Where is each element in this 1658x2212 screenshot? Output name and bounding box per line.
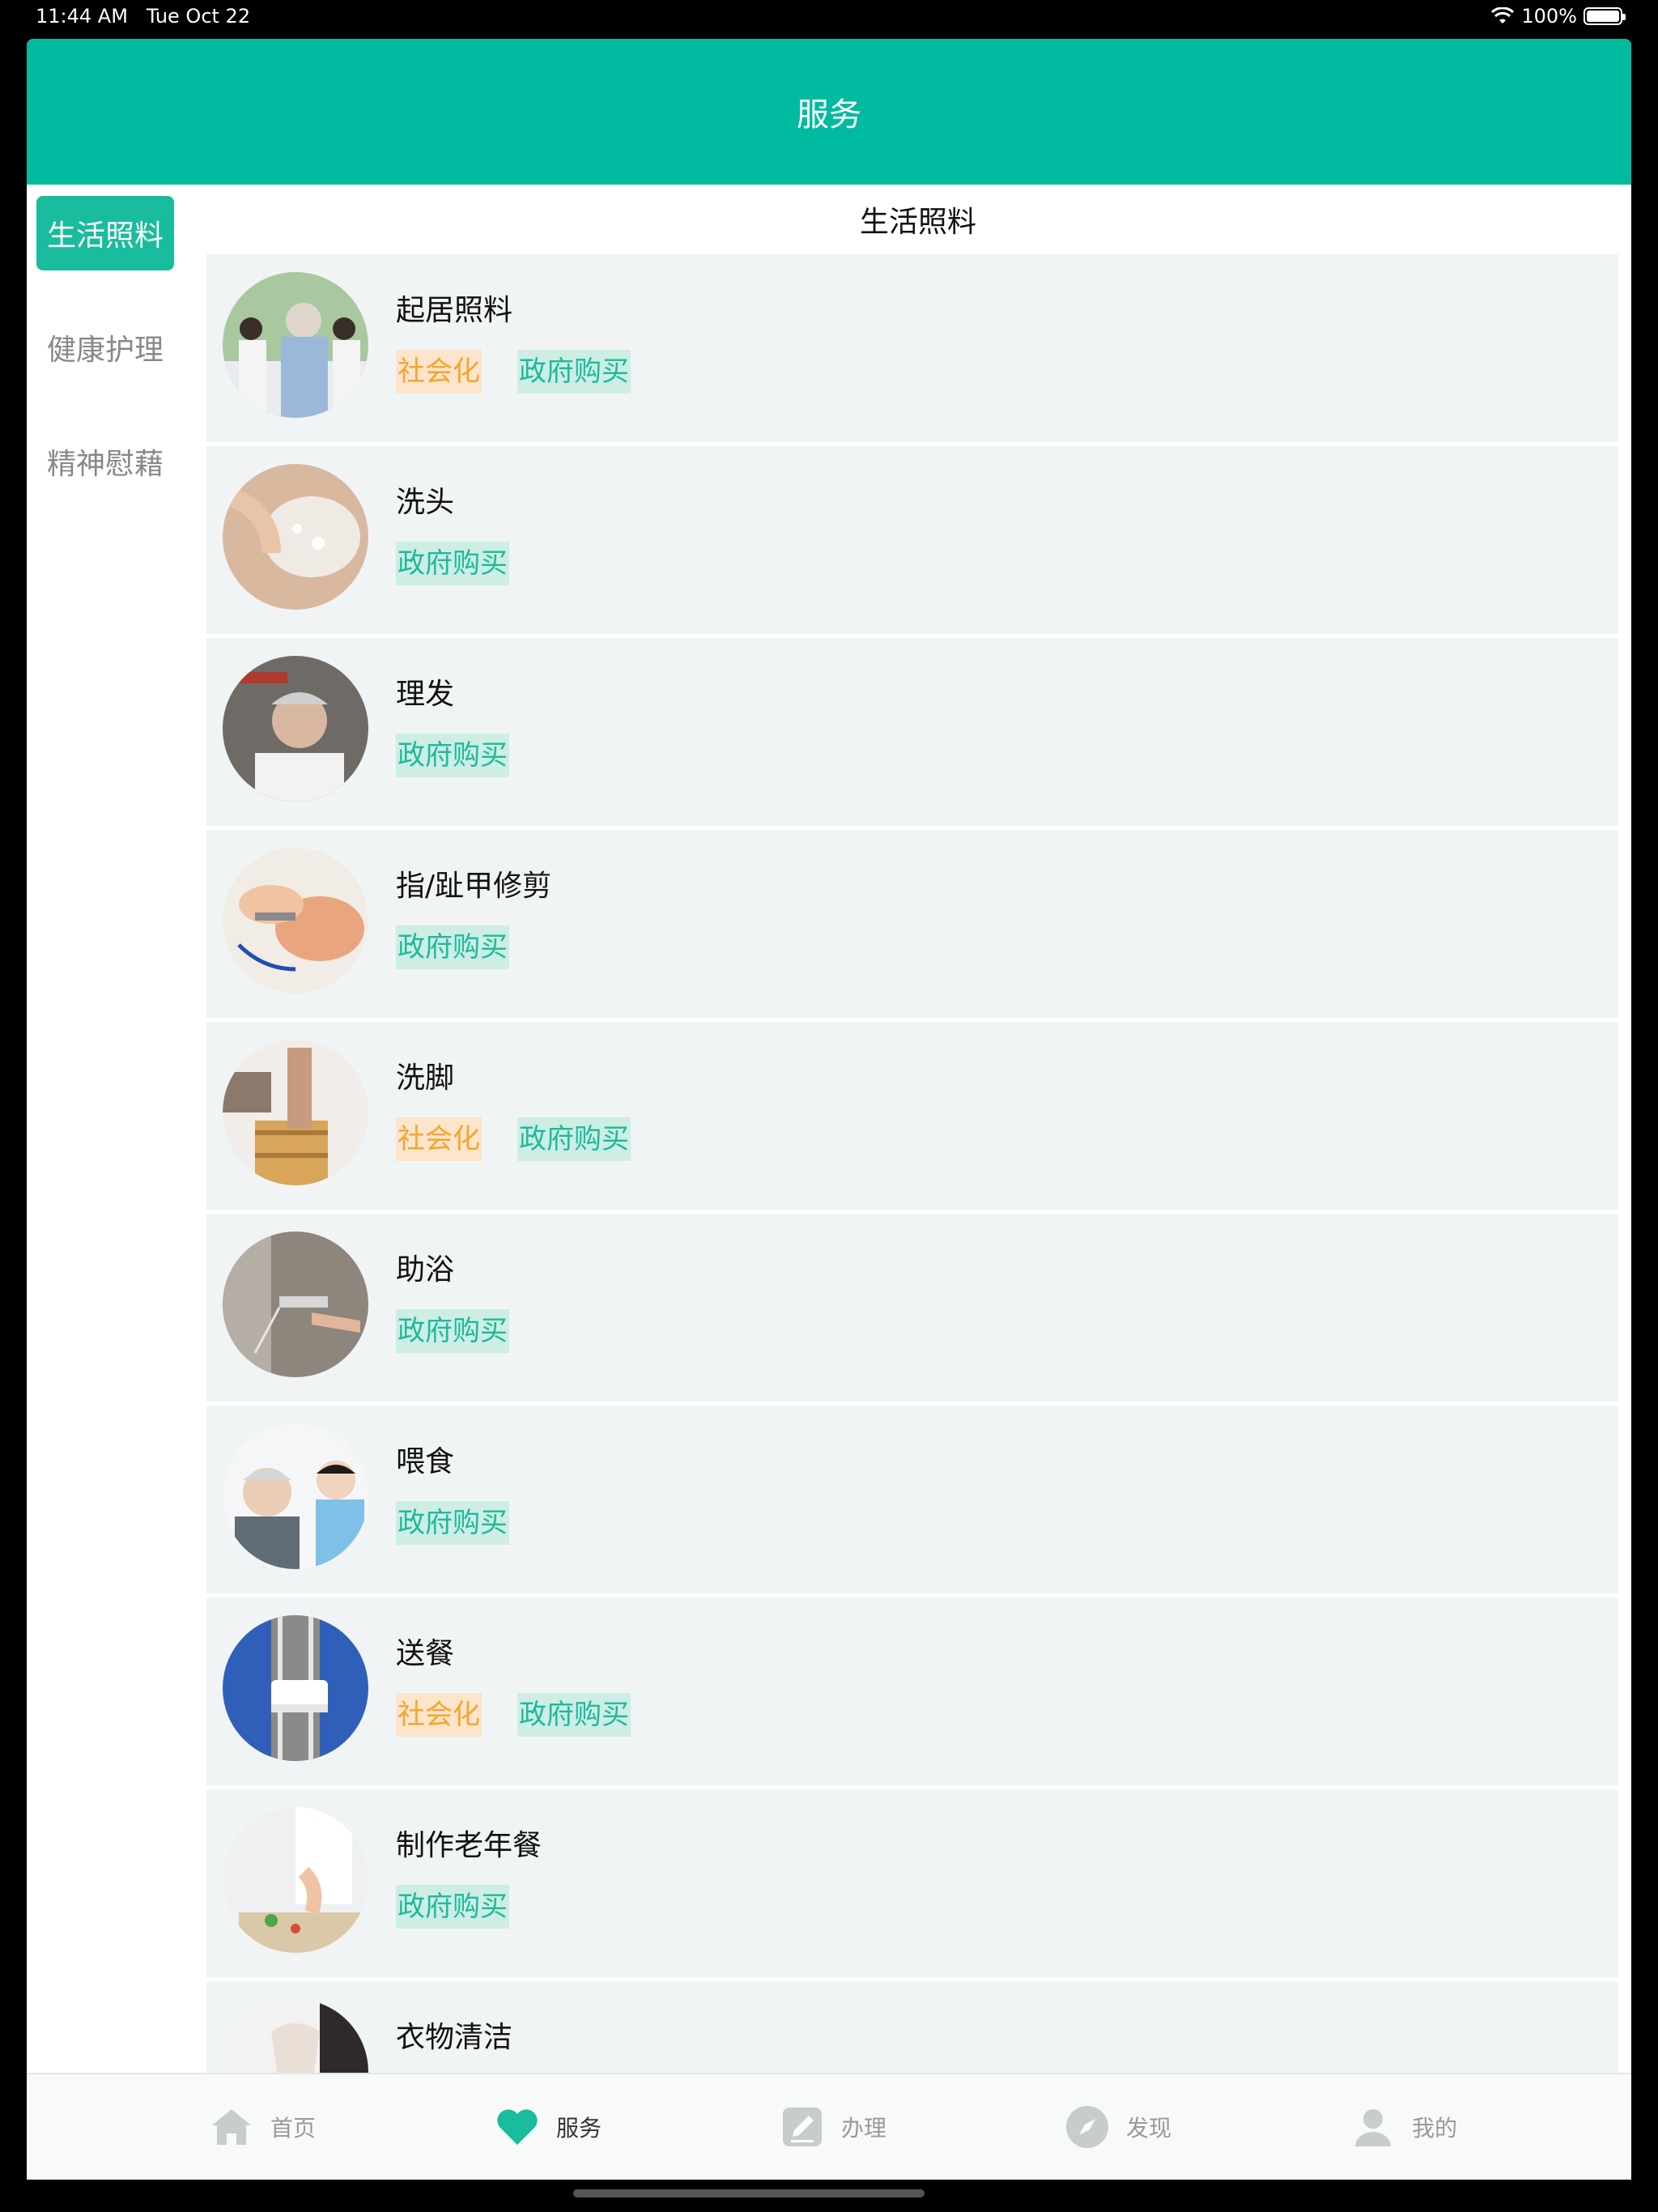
sidebar-item-spiritual-comfort[interactable]: 精神慰藉 [36, 424, 174, 499]
tab-label: 首页 [270, 2115, 317, 2142]
tag-government-purchase: 政府购买 [396, 1885, 509, 1929]
service-card[interactable]: 制作老年餐 政府购买 [206, 1789, 1618, 1977]
service-image [223, 1999, 368, 2074]
service-title: 喂食 [396, 1445, 455, 1478]
tag-government-purchase: 政府购买 [396, 734, 509, 777]
service-card[interactable]: 理发 政府购买 [206, 638, 1618, 826]
tag-government-purchase: 政府购买 [517, 350, 631, 393]
service-card[interactable]: 助浴 政府购买 [206, 1214, 1618, 1402]
app-window: 服务 生活照料 健康护理 精神慰藉 生活照料 起居照料 社会化 政府购买 洗头 政府购买… [27, 39, 1631, 2180]
service-image [223, 1423, 368, 1569]
tab-me[interactable]: 我的 [1350, 2074, 1457, 2180]
tab-discover[interactable]: 发现 [1065, 2074, 1171, 2180]
service-image [223, 656, 368, 802]
service-title: 理发 [396, 678, 455, 711]
service-image [223, 1040, 368, 1185]
service-tags: 社会化 政府购买 [396, 1117, 631, 1161]
service-tags: 社会化 政府购买 [396, 1693, 631, 1737]
user-icon [1350, 2104, 1396, 2150]
service-image [223, 464, 368, 610]
tag-government-purchase: 政府购买 [396, 1309, 509, 1353]
service-title: 洗头 [396, 486, 455, 519]
service-image [223, 272, 368, 418]
status-time: 11:44 AM Tue Oct 22 [36, 5, 251, 28]
sidebar-item-daily-care[interactable]: 生活照料 [36, 196, 174, 270]
tab-label: 服务 [556, 2115, 602, 2142]
tab-label: 办理 [841, 2115, 887, 2142]
service-title: 衣物清洁 [396, 2021, 513, 2054]
service-tags: 政府购买 [396, 542, 509, 585]
service-tags: 政府购买 [396, 925, 509, 969]
sidebar-item-label: 健康护理 [46, 334, 164, 367]
edit-icon [780, 2104, 825, 2150]
wifi-icon [1491, 7, 1515, 23]
service-title: 送餐 [396, 1637, 455, 1670]
service-card[interactable]: 洗脚社会化 政府购买 [206, 1022, 1618, 1210]
service-card[interactable]: 洗头 政府购买 [206, 446, 1618, 634]
service-list-panel: 生活照料 起居照料 社会化 政府购买 洗头 政府购买 理发 政府购买 指/趾甲修剪 政府购买 洗脚… [205, 185, 1631, 2074]
tag-government-purchase: 政府购买 [517, 1693, 631, 1737]
sidebar-item-label: 生活照料 [46, 219, 164, 253]
service-title: 制作老年餐 [396, 1829, 542, 1862]
tab-handle[interactable]: 办理 [780, 2074, 886, 2180]
nav-header: 服务 [27, 39, 1631, 185]
service-tags: 政府购买 [396, 1501, 509, 1545]
service-tags: 政府购买 [396, 1309, 509, 1353]
service-title: 洗脚 [396, 1061, 455, 1095]
battery-icon [1584, 7, 1626, 25]
section-title: 生活照料 [859, 206, 976, 239]
page-title: 服务 [797, 96, 861, 134]
service-tags: 政府购买 [396, 734, 509, 777]
tab-label: 我的 [1412, 2115, 1458, 2142]
service-image [223, 1615, 368, 1761]
service-image [223, 848, 368, 993]
tab-home[interactable]: 首页 [209, 2074, 316, 2180]
tab-label: 发现 [1126, 2115, 1172, 2142]
service-card[interactable]: 送餐社会化 政府购买 [206, 1597, 1618, 1785]
service-card[interactable]: 起居照料社会化 政府购买 [206, 254, 1618, 442]
category-sidebar: 生活照料 健康护理 精神慰藉 [27, 185, 203, 2074]
tag-socialized: 社会化 [396, 1117, 482, 1161]
compass-icon [1065, 2104, 1110, 2150]
sidebar-item-health-care[interactable]: 健康护理 [36, 310, 174, 385]
service-title: 助浴 [396, 1253, 455, 1287]
tab-bar: 首页 服务 办理 发现 我的 [27, 2073, 1631, 2180]
battery-percent: 100% [1521, 5, 1577, 28]
service-tags: 政府购买 [396, 1885, 509, 1929]
status-right: 100% [1490, 5, 1626, 28]
tag-socialized: 社会化 [396, 1693, 482, 1737]
tag-government-purchase: 政府购买 [517, 1117, 631, 1161]
service-title: 指/趾甲修剪 [396, 870, 552, 903]
tag-government-purchase: 政府购买 [396, 542, 509, 585]
tag-government-purchase: 政府购买 [396, 925, 509, 969]
service-card[interactable]: 指/趾甲修剪政府购买 [206, 830, 1618, 1018]
service-title: 起居照料 [396, 294, 513, 327]
tag-government-purchase: 政府购买 [396, 1501, 509, 1545]
tag-socialized: 社会化 [396, 350, 482, 393]
home-icon [209, 2104, 254, 2150]
status-bar: 11:44 AM Tue Oct 22 100% [0, 0, 1658, 37]
service-image [223, 1231, 368, 1377]
tab-services[interactable]: 服务 [495, 2074, 602, 2180]
heart-icon [495, 2104, 540, 2150]
service-card[interactable]: 衣物清洁 [206, 1981, 1618, 2074]
service-tags: 社会化 政府购买 [396, 350, 631, 393]
service-card[interactable]: 喂食 政府购买 [206, 1406, 1618, 1593]
home-indicator[interactable] [573, 2189, 925, 2197]
service-image [223, 1807, 368, 1953]
sidebar-item-label: 精神慰藉 [46, 448, 164, 481]
